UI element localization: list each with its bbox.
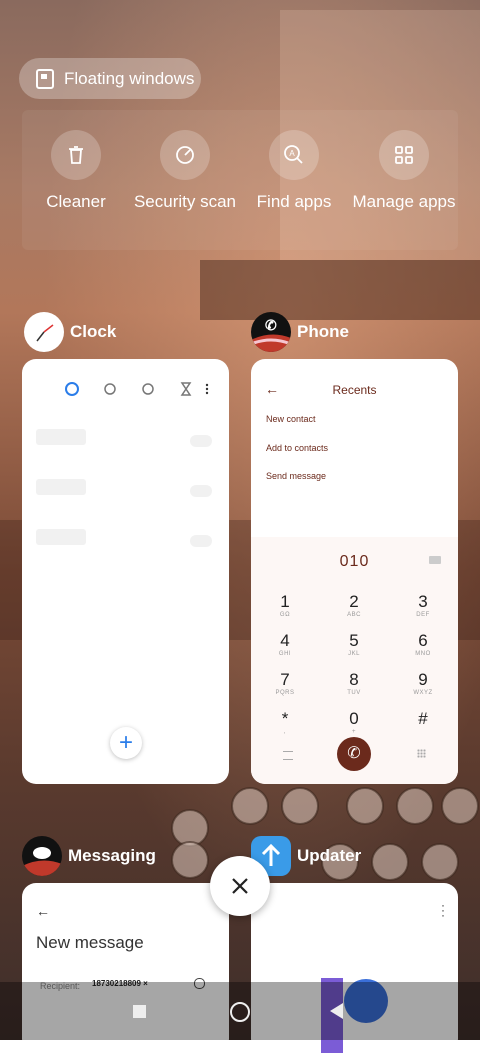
dialed-number: 010: [339, 553, 370, 570]
clock-app-header[interactable]: Clock: [24, 312, 116, 352]
new-message-title: New message: [36, 933, 144, 952]
clock-app-icon: [24, 312, 64, 352]
dial-key-0[interactable]: 0 +: [324, 709, 384, 735]
dial-key-1[interactable]: 1 GΩ: [255, 592, 315, 618]
dial-key-hash[interactable]: #: [393, 709, 453, 729]
back-nav-button[interactable]: [330, 1003, 343, 1019]
back-arrow-icon[interactable]: ←: [36, 903, 50, 919]
security-scan-button[interactable]: Security scan: [130, 130, 240, 212]
dial-key-9[interactable]: 9 WXYZ: [393, 670, 453, 696]
trash-icon: [51, 130, 101, 180]
dial-key-8[interactable]: 8 TUV: [324, 670, 384, 696]
updater-app-header[interactable]: Updater: [251, 836, 361, 876]
dial-key-4[interactable]: 4 GHI: [255, 631, 315, 657]
dial-key-3[interactable]: 3 DEF: [393, 592, 453, 618]
find-apps-button[interactable]: A Find apps: [239, 130, 349, 212]
home-nav-button[interactable]: [230, 1002, 250, 1022]
messaging-app-icon: [22, 836, 62, 876]
clock-app-name: Clock: [70, 322, 117, 341]
call-button[interactable]: ✆: [337, 737, 371, 771]
security-scan-label: Security scan: [133, 192, 237, 211]
menu-icon[interactable]: [283, 751, 293, 760]
clock-app-card[interactable]: +: [22, 359, 229, 784]
search-apps-icon: A: [269, 130, 319, 180]
add-to-contacts-link[interactable]: Add to contacts: [266, 443, 328, 453]
close-icon: [232, 878, 248, 894]
new-contact-link[interactable]: New contact: [266, 414, 316, 424]
dial-key-6[interactable]: 6 MNO: [393, 631, 453, 657]
navigation-bar: [0, 982, 480, 1040]
dial-key-5[interactable]: 5 JKL: [324, 631, 384, 657]
messaging-app-header[interactable]: Messaging: [22, 836, 156, 876]
phone-app-icon: ✆: [251, 312, 291, 352]
svg-text:A: A: [289, 149, 295, 158]
floating-windows-button[interactable]: Floating windows: [19, 58, 201, 99]
speedometer-icon: [160, 130, 210, 180]
dialpad-toggle-icon[interactable]: [417, 749, 426, 758]
send-message-link[interactable]: Send message: [266, 471, 326, 481]
close-all-button[interactable]: [210, 856, 270, 916]
recents-nav-button[interactable]: [133, 1005, 146, 1018]
add-alarm-button[interactable]: +: [110, 727, 142, 759]
recents-title: Recents: [332, 383, 377, 397]
manage-apps-label: Manage apps: [352, 192, 456, 211]
messaging-app-name: Messaging: [68, 846, 156, 865]
phone-app-card[interactable]: ← Recents New contact Add to contacts Se…: [251, 359, 458, 784]
dial-key-7[interactable]: 7 PQRS: [255, 670, 315, 696]
floating-window-icon: [36, 68, 54, 89]
clock-card-content: [36, 382, 212, 547]
dial-key-star[interactable]: *,: [255, 709, 315, 735]
floating-windows-label: Floating windows: [64, 68, 195, 88]
phone-app-name: Phone: [297, 322, 349, 341]
cleaner-button[interactable]: Cleaner: [21, 130, 131, 212]
phone-app-header[interactable]: ✆ Phone: [251, 312, 349, 352]
svg-text:✆: ✆: [265, 317, 277, 333]
find-apps-label: Find apps: [256, 192, 332, 211]
manage-apps-button[interactable]: Manage apps: [349, 130, 459, 212]
cleaner-label: Cleaner: [46, 192, 106, 211]
dial-key-2[interactable]: 2 ABC: [324, 592, 384, 618]
dialpad: 010 1 GΩ 2 ABC 3 DEF 4 GHI 5 JKL 6 MNO 7 PQRS 8…: [251, 537, 458, 784]
updater-app-name: Updater: [297, 846, 362, 865]
grid-icon: [379, 130, 429, 180]
backspace-icon[interactable]: [429, 556, 441, 564]
